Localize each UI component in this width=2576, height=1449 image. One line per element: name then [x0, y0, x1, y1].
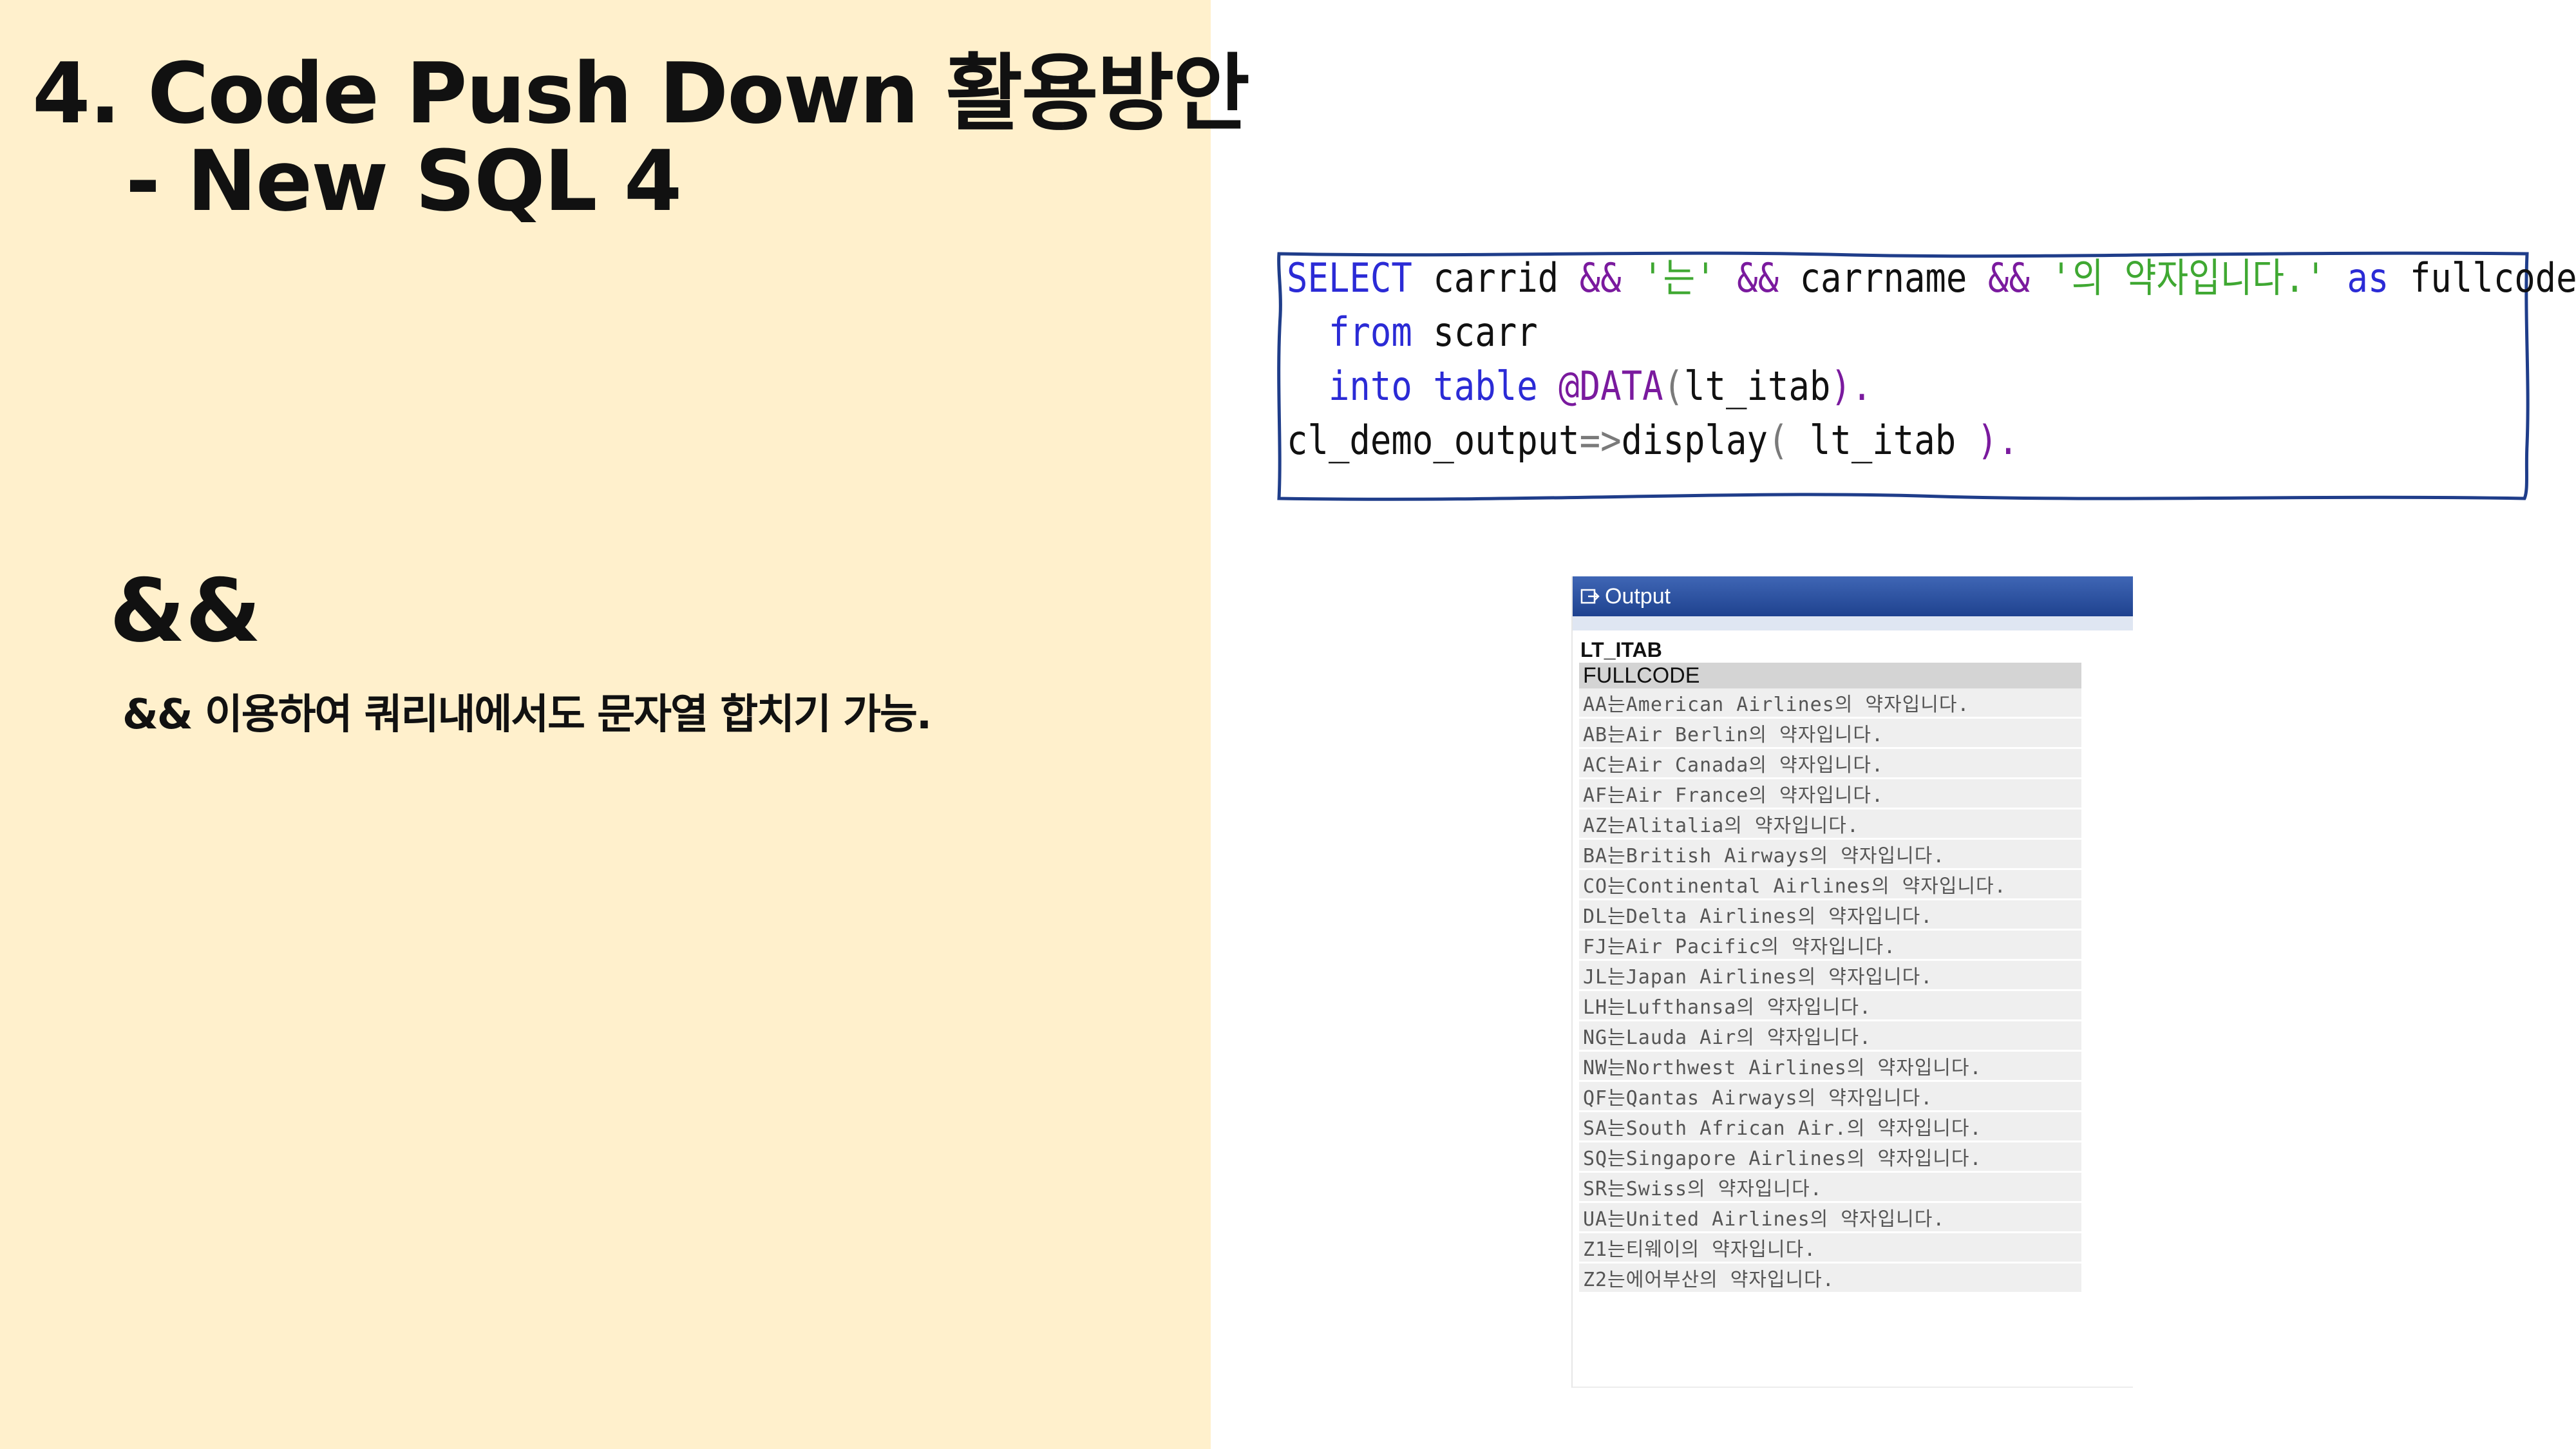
fullcode-cell: AZ는Alitalia의 약자입니다.: [1579, 808, 2081, 840]
fullcode-cell: FJ는Air Pacific의 약자입니다.: [1579, 929, 2081, 961]
slide-title-line-1: 4. Code Push Down 활용방안: [32, 44, 1250, 142]
table-row: DL는Delta Airlines의 약자입니다.: [1579, 899, 2081, 931]
fullcode-cell: AA는American Airlines의 약자입니다.: [1579, 688, 2081, 719]
fullcode-cell: AF는Air France의 약자입니다.: [1579, 778, 2081, 810]
fullcode-cell: Z2는에어부산의 약자입니다.: [1579, 1262, 2081, 1294]
code-punctuation: (: [1663, 363, 1685, 410]
table-row: UA는United Airlines의 약자입니다.: [1579, 1202, 2081, 1233]
code-snippet-box: SELECT carrid && '는' && carrname && '의 약…: [1275, 251, 2576, 502]
code-token: display: [1621, 417, 1768, 464]
fullcode-cell: DL는Delta Airlines의 약자입니다.: [1579, 899, 2081, 931]
code-punctuation: ).: [1830, 363, 1873, 410]
fullcode-cell: NG는Lauda Air의 약자입니다.: [1579, 1020, 2081, 1052]
output-title-bar: Output: [1573, 576, 2133, 616]
code-punctuation: (: [1767, 417, 1789, 464]
fullcode-cell: SA는South African Air.의 약자입니다.: [1579, 1111, 2081, 1142]
code-token: scarr: [1412, 308, 1538, 355]
code-keyword: table: [1433, 363, 1538, 410]
code-token: lt_itab: [1788, 417, 1977, 464]
code-operator: &&: [1579, 254, 1622, 301]
column-header-fullcode: FULLCODE: [1579, 663, 2081, 688]
table-header-row: FULLCODE: [1579, 663, 2081, 688]
output-table-body: AA는American Airlines의 약자입니다. AB는Air Berli…: [1579, 688, 2081, 1294]
table-row: QF는Qantas Airways의 약자입니다.: [1579, 1081, 2081, 1112]
code-punctuation: ).: [1976, 417, 2019, 464]
code-keyword: from: [1328, 308, 1412, 355]
code-operator: &&: [1987, 254, 2030, 301]
code-keyword: as: [2347, 254, 2389, 301]
code-string: '의 약자입니다.': [2029, 254, 2347, 301]
code-token: fullcode: [2389, 254, 2576, 301]
code-token: carrname: [1779, 254, 1988, 301]
table-row: Z1는티웨이의 약자입니다.: [1579, 1232, 2081, 1264]
code-token: lt_itab: [1684, 363, 1831, 410]
fullcode-cell: QF는Qantas Airways의 약자입니다.: [1579, 1081, 2081, 1112]
fullcode-cell: BA는British Airways의 약자입니다.: [1579, 838, 2081, 870]
code-keyword: into: [1328, 363, 1412, 410]
code-string: '는': [1621, 254, 1738, 301]
output-title: Output: [1605, 583, 1671, 609]
table-row: SQ는Singapore Airlines의 약자입니다.: [1579, 1141, 2081, 1173]
table-row: AA는American Airlines의 약자입니다.: [1579, 688, 2081, 719]
table-row: JL는Japan Airlines의 약자입니다.: [1579, 960, 2081, 991]
slide-title-panel: 4. Code Push Down 활용방안 - New SQL 4 && &&…: [0, 0, 1250, 1449]
table-row: AB는Air Berlin의 약자입니다.: [1579, 717, 2081, 749]
code-operator: @DATA: [1558, 363, 1663, 410]
fullcode-cell: AC는Air Canada의 약자입니다.: [1579, 748, 2081, 779]
fullcode-cell: SQ는Singapore Airlines의 약자입니다.: [1579, 1141, 2081, 1173]
code-token: carrid: [1412, 254, 1580, 301]
fullcode-cell: SR는Swiss의 약자입니다.: [1579, 1171, 2081, 1203]
table-row: AZ는Alitalia의 약자입니다.: [1579, 808, 2081, 840]
slide-title-line-2: - New SQL 4: [126, 132, 682, 230]
code-token: cl_demo_output: [1287, 417, 1580, 464]
output-toolbar-strip: [1573, 616, 2133, 630]
output-window-icon: [1580, 589, 1600, 604]
table-row: Z2는에어부산의 약자입니다.: [1579, 1262, 2081, 1294]
table-row: SA는South African Air.의 약자입니다.: [1579, 1111, 2081, 1142]
operator-heading: &&: [109, 560, 261, 661]
table-row: NG는Lauda Air의 약자입니다.: [1579, 1020, 2081, 1052]
fullcode-cell: LH는Lufthansa의 약자입니다.: [1579, 990, 2081, 1021]
table-row: SR는Swiss의 약자입니다.: [1579, 1171, 2081, 1203]
output-window: Output LT_ITAB FULLCODE AA는American Airl…: [1571, 576, 2133, 1388]
table-row: AF는Air France의 약자입니다.: [1579, 778, 2081, 810]
fullcode-cell: NW는Northwest Airlines의 약자입니다.: [1579, 1050, 2081, 1082]
code-operator: &&: [1737, 254, 1779, 301]
code-keyword: SELECT: [1287, 254, 1412, 301]
table-row: LH는Lufthansa의 약자입니다.: [1579, 990, 2081, 1021]
table-row: CO는Continental Airlines의 약자입니다.: [1579, 869, 2081, 900]
table-row: FJ는Air Pacific의 약자입니다.: [1579, 929, 2081, 961]
fullcode-cell: CO는Continental Airlines의 약자입니다.: [1579, 869, 2081, 900]
fullcode-cell: Z1는티웨이의 약자입니다.: [1579, 1232, 2081, 1264]
code-punctuation: =>: [1579, 417, 1622, 464]
table-row: NW는Northwest Airlines의 약자입니다.: [1579, 1050, 2081, 1082]
table-row: BA는British Airways의 약자입니다.: [1579, 838, 2081, 870]
internal-table-name: LT_ITAB: [1580, 638, 1662, 661]
operator-description: && 이용하여 쿼리내에서도 문자열 합치기 가능.: [122, 691, 932, 739]
fullcode-cell: JL는Japan Airlines의 약자입니다.: [1579, 960, 2081, 991]
abap-code: SELECT carrid && '는' && carrname && '의 약…: [1287, 251, 2576, 468]
table-row: AC는Air Canada의 약자입니다.: [1579, 748, 2081, 779]
output-table: FULLCODE AA는American Airlines의 약자입니다. AB는…: [1579, 663, 2081, 1294]
fullcode-cell: UA는United Airlines의 약자입니다.: [1579, 1202, 2081, 1233]
fullcode-cell: AB는Air Berlin의 약자입니다.: [1579, 717, 2081, 749]
